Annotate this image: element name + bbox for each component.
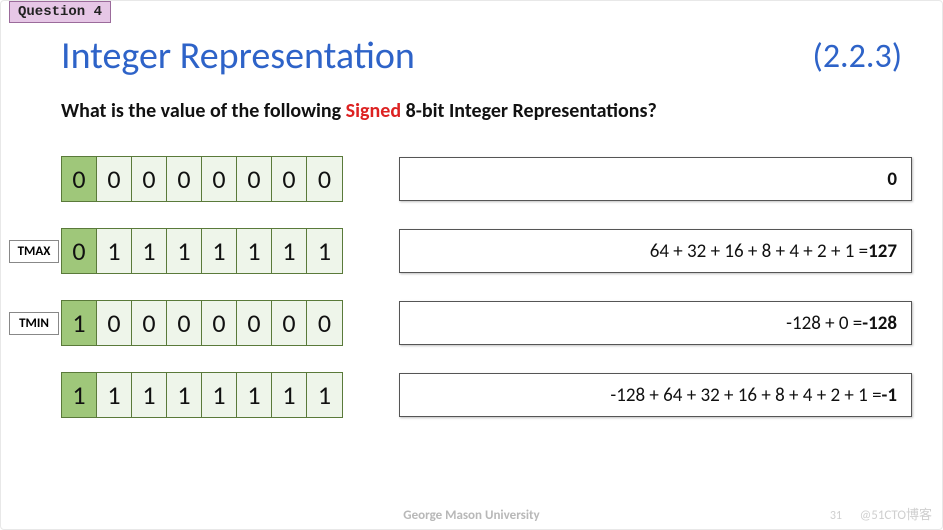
bit-cell: 0 — [132, 301, 167, 345]
bit-row: 11111111-128 + 64 + 32 + 16 + 8 + 4 + 2 … — [9, 372, 912, 418]
question-tag: Question 4 — [9, 1, 111, 23]
sign-bit-cell: 1 — [62, 373, 97, 417]
bit-cell: 0 — [167, 157, 202, 201]
bit-row: 000000000 — [9, 156, 912, 202]
section-number: (2.2.3) — [813, 36, 902, 77]
bit-cell: 1 — [97, 229, 132, 273]
answer-result: -1 — [882, 384, 897, 407]
bit-cell: 1 — [237, 373, 272, 417]
question-pre: What is the value of the following — [61, 99, 346, 123]
bit-cell: 0 — [237, 301, 272, 345]
row-label: TMIN — [9, 312, 59, 335]
answer-box: -128 + 0 = -128 — [399, 301, 912, 345]
bit-cell: 0 — [202, 301, 237, 345]
bit-cell: 0 — [202, 157, 237, 201]
question-post: 8-bit Integer Representations? — [401, 99, 657, 123]
question-text: What is the value of the following Signe… — [61, 99, 902, 123]
bit-cell: 1 — [237, 229, 272, 273]
bit-cell: 0 — [132, 157, 167, 201]
answer-result: -128 — [862, 312, 897, 335]
sign-bit-cell: 0 — [62, 157, 97, 201]
bit-cell: 1 — [202, 229, 237, 273]
bit-row: TMIN10000000-128 + 0 = -128 — [9, 300, 912, 346]
watermark: @51CTO博客 — [860, 504, 932, 523]
bit-cell: 0 — [307, 157, 342, 201]
bit-cell: 0 — [97, 157, 132, 201]
answer-result: 0 — [887, 168, 897, 191]
answer-calc: -128 + 0 = — [786, 312, 862, 335]
bit-cell: 1 — [132, 373, 167, 417]
bit-cell: 0 — [307, 301, 342, 345]
answer-calc: -128 + 64 + 32 + 16 + 8 + 4 + 2 + 1 = — [610, 384, 881, 407]
bit-cell: 0 — [237, 157, 272, 201]
page-title: Integer Representation — [61, 33, 415, 79]
bit-cell: 1 — [167, 229, 202, 273]
bit-row: TMAX0111111164 + 32 + 16 + 8 + 4 + 2 + 1… — [9, 228, 912, 274]
answer-calc: 64 + 32 + 16 + 8 + 4 + 2 + 1 = — [650, 240, 868, 263]
bit-cell: 0 — [272, 301, 307, 345]
bit-cells: 10000000 — [61, 300, 343, 346]
bit-cells: 11111111 — [61, 372, 343, 418]
bit-cell: 0 — [97, 301, 132, 345]
page-number: 31 — [830, 509, 842, 523]
bit-cell: 1 — [307, 373, 342, 417]
footer-university: George Mason University — [1, 508, 942, 523]
bit-cell: 1 — [272, 229, 307, 273]
bit-cells: 00000000 — [61, 156, 343, 202]
bit-cell: 1 — [167, 373, 202, 417]
bit-cell: 1 — [132, 229, 167, 273]
answer-box: 0 — [399, 157, 912, 201]
sign-bit-cell: 1 — [62, 301, 97, 345]
answer-box: -128 + 64 + 32 + 16 + 8 + 4 + 2 + 1 = -1 — [399, 373, 912, 417]
bit-cells: 01111111 — [61, 228, 343, 274]
question-signed: Signed — [346, 99, 401, 123]
rows-container: 000000000TMAX0111111164 + 32 + 16 + 8 + … — [9, 156, 912, 444]
sign-bit-cell: 0 — [62, 229, 97, 273]
header: Integer Representation (2.2.3) — [61, 33, 902, 79]
bit-cell: 1 — [272, 373, 307, 417]
bit-cell: 1 — [307, 229, 342, 273]
answer-result: 127 — [868, 240, 897, 263]
bit-cell: 0 — [272, 157, 307, 201]
answer-box: 64 + 32 + 16 + 8 + 4 + 2 + 1 = 127 — [399, 229, 912, 273]
bit-cell: 1 — [97, 373, 132, 417]
bit-cell: 1 — [202, 373, 237, 417]
row-label: TMAX — [9, 240, 59, 263]
bit-cell: 0 — [167, 301, 202, 345]
